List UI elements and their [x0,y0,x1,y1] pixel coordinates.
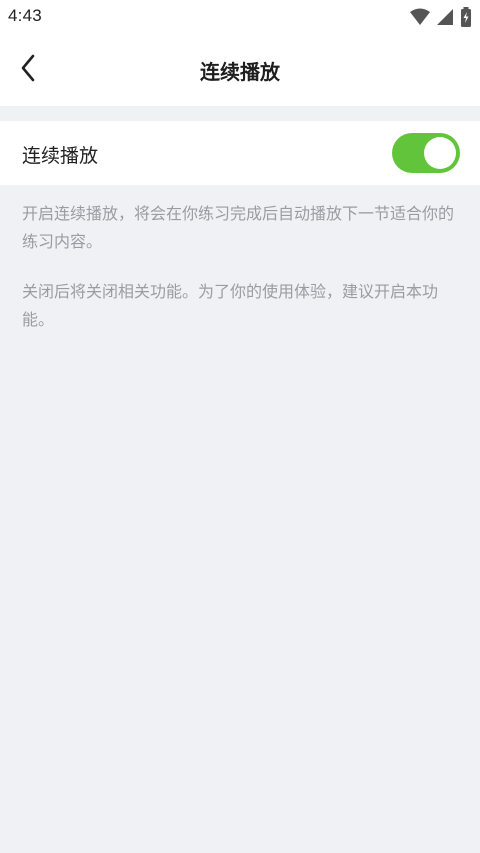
status-icons [410,7,472,31]
description-paragraph-1: 开启连续播放，将会在你练习完成后自动播放下一节适合你的练习内容。 [22,204,455,251]
description: 开启连续播放，将会在你练习完成后自动播放下一节适合你的练习内容。 关闭后将关闭相… [22,200,462,356]
cellular-signal-icon [436,8,454,30]
page-title: 连续播放 [200,60,280,84]
header: 连续播放 [0,34,480,106]
description-paragraph-2: 关闭后将关闭相关功能。为了你的使用体验，建议开启本功能。 [22,282,439,329]
screen: 4:43 连续播放 连续播放 开启连续播放，将会在你练习完成后自动播放下一节适合… [0,0,480,853]
continuous-play-toggle[interactable] [392,133,460,173]
setting-label: 连续播放 [22,145,99,167]
toggle-knob [424,137,456,169]
status-bar: 4:43 [0,0,480,34]
status-time: 4:43 [8,6,42,25]
setting-row-continuous-play: 连续播放 [0,121,480,185]
battery-charging-icon [460,7,472,31]
wifi-icon [410,8,430,30]
